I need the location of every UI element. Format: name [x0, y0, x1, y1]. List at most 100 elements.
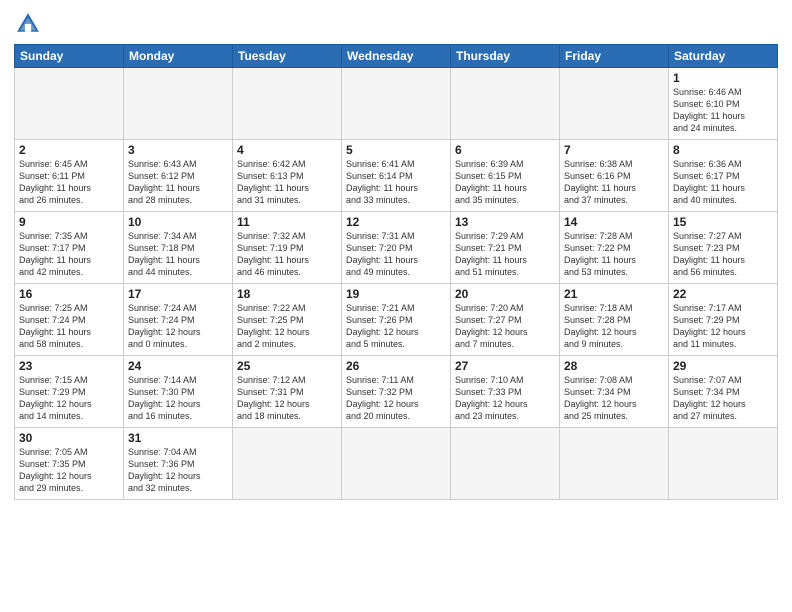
day-info: Sunrise: 7:31 AM Sunset: 7:20 PM Dayligh…	[346, 230, 446, 279]
calendar-day-cell: 16Sunrise: 7:25 AM Sunset: 7:24 PM Dayli…	[15, 284, 124, 356]
calendar-day-cell: 23Sunrise: 7:15 AM Sunset: 7:29 PM Dayli…	[15, 356, 124, 428]
logo-icon	[14, 10, 42, 38]
day-number: 24	[128, 359, 228, 373]
calendar-day-cell: 3Sunrise: 6:43 AM Sunset: 6:12 PM Daylig…	[124, 140, 233, 212]
day-number: 1	[673, 71, 773, 85]
calendar-day-cell: 30Sunrise: 7:05 AM Sunset: 7:35 PM Dayli…	[15, 428, 124, 500]
calendar-day-cell: 12Sunrise: 7:31 AM Sunset: 7:20 PM Dayli…	[342, 212, 451, 284]
day-info: Sunrise: 7:27 AM Sunset: 7:23 PM Dayligh…	[673, 230, 773, 279]
calendar-day-cell: 5Sunrise: 6:41 AM Sunset: 6:14 PM Daylig…	[342, 140, 451, 212]
day-info: Sunrise: 7:24 AM Sunset: 7:24 PM Dayligh…	[128, 302, 228, 351]
day-number: 8	[673, 143, 773, 157]
calendar-day-cell	[233, 68, 342, 140]
day-number: 20	[455, 287, 555, 301]
day-info: Sunrise: 7:11 AM Sunset: 7:32 PM Dayligh…	[346, 374, 446, 423]
day-number: 10	[128, 215, 228, 229]
day-info: Sunrise: 6:46 AM Sunset: 6:10 PM Dayligh…	[673, 86, 773, 135]
day-info: Sunrise: 6:43 AM Sunset: 6:12 PM Dayligh…	[128, 158, 228, 207]
calendar-day-cell	[233, 428, 342, 500]
calendar-week-row: 16Sunrise: 7:25 AM Sunset: 7:24 PM Dayli…	[15, 284, 778, 356]
calendar-day-cell: 31Sunrise: 7:04 AM Sunset: 7:36 PM Dayli…	[124, 428, 233, 500]
calendar-day-header: Wednesday	[342, 45, 451, 68]
day-info: Sunrise: 6:36 AM Sunset: 6:17 PM Dayligh…	[673, 158, 773, 207]
calendar-day-cell	[451, 68, 560, 140]
calendar-day-cell: 20Sunrise: 7:20 AM Sunset: 7:27 PM Dayli…	[451, 284, 560, 356]
calendar-day-cell: 24Sunrise: 7:14 AM Sunset: 7:30 PM Dayli…	[124, 356, 233, 428]
day-number: 26	[346, 359, 446, 373]
day-number: 18	[237, 287, 337, 301]
calendar-day-cell: 29Sunrise: 7:07 AM Sunset: 7:34 PM Dayli…	[669, 356, 778, 428]
day-info: Sunrise: 6:38 AM Sunset: 6:16 PM Dayligh…	[564, 158, 664, 207]
calendar-day-cell: 9Sunrise: 7:35 AM Sunset: 7:17 PM Daylig…	[15, 212, 124, 284]
day-number: 30	[19, 431, 119, 445]
day-number: 21	[564, 287, 664, 301]
day-info: Sunrise: 7:15 AM Sunset: 7:29 PM Dayligh…	[19, 374, 119, 423]
calendar-day-cell: 17Sunrise: 7:24 AM Sunset: 7:24 PM Dayli…	[124, 284, 233, 356]
calendar-day-header: Sunday	[15, 45, 124, 68]
day-info: Sunrise: 7:25 AM Sunset: 7:24 PM Dayligh…	[19, 302, 119, 351]
day-number: 22	[673, 287, 773, 301]
calendar-week-row: 1Sunrise: 6:46 AM Sunset: 6:10 PM Daylig…	[15, 68, 778, 140]
calendar-day-cell: 2Sunrise: 6:45 AM Sunset: 6:11 PM Daylig…	[15, 140, 124, 212]
calendar-day-cell: 14Sunrise: 7:28 AM Sunset: 7:22 PM Dayli…	[560, 212, 669, 284]
day-number: 4	[237, 143, 337, 157]
day-info: Sunrise: 7:12 AM Sunset: 7:31 PM Dayligh…	[237, 374, 337, 423]
day-number: 23	[19, 359, 119, 373]
calendar-day-cell	[451, 428, 560, 500]
day-info: Sunrise: 6:42 AM Sunset: 6:13 PM Dayligh…	[237, 158, 337, 207]
calendar-day-cell: 4Sunrise: 6:42 AM Sunset: 6:13 PM Daylig…	[233, 140, 342, 212]
day-number: 27	[455, 359, 555, 373]
calendar-day-cell: 28Sunrise: 7:08 AM Sunset: 7:34 PM Dayli…	[560, 356, 669, 428]
day-number: 6	[455, 143, 555, 157]
calendar-day-cell: 7Sunrise: 6:38 AM Sunset: 6:16 PM Daylig…	[560, 140, 669, 212]
day-info: Sunrise: 7:08 AM Sunset: 7:34 PM Dayligh…	[564, 374, 664, 423]
day-number: 31	[128, 431, 228, 445]
day-info: Sunrise: 7:07 AM Sunset: 7:34 PM Dayligh…	[673, 374, 773, 423]
calendar-day-cell	[560, 68, 669, 140]
day-info: Sunrise: 7:28 AM Sunset: 7:22 PM Dayligh…	[564, 230, 664, 279]
calendar-day-cell: 19Sunrise: 7:21 AM Sunset: 7:26 PM Dayli…	[342, 284, 451, 356]
calendar-day-header: Tuesday	[233, 45, 342, 68]
calendar-day-cell: 8Sunrise: 6:36 AM Sunset: 6:17 PM Daylig…	[669, 140, 778, 212]
day-number: 15	[673, 215, 773, 229]
calendar-day-cell: 10Sunrise: 7:34 AM Sunset: 7:18 PM Dayli…	[124, 212, 233, 284]
calendar-week-row: 30Sunrise: 7:05 AM Sunset: 7:35 PM Dayli…	[15, 428, 778, 500]
day-info: Sunrise: 6:41 AM Sunset: 6:14 PM Dayligh…	[346, 158, 446, 207]
day-number: 7	[564, 143, 664, 157]
calendar-week-row: 9Sunrise: 7:35 AM Sunset: 7:17 PM Daylig…	[15, 212, 778, 284]
day-number: 17	[128, 287, 228, 301]
logo	[14, 10, 46, 38]
day-number: 19	[346, 287, 446, 301]
calendar-day-cell: 11Sunrise: 7:32 AM Sunset: 7:19 PM Dayli…	[233, 212, 342, 284]
calendar-day-cell	[560, 428, 669, 500]
day-info: Sunrise: 7:05 AM Sunset: 7:35 PM Dayligh…	[19, 446, 119, 495]
day-info: Sunrise: 7:17 AM Sunset: 7:29 PM Dayligh…	[673, 302, 773, 351]
page: SundayMondayTuesdayWednesdayThursdayFrid…	[0, 0, 792, 612]
day-info: Sunrise: 7:21 AM Sunset: 7:26 PM Dayligh…	[346, 302, 446, 351]
day-number: 25	[237, 359, 337, 373]
day-number: 5	[346, 143, 446, 157]
header	[14, 10, 778, 38]
day-info: Sunrise: 7:34 AM Sunset: 7:18 PM Dayligh…	[128, 230, 228, 279]
day-number: 29	[673, 359, 773, 373]
day-info: Sunrise: 7:18 AM Sunset: 7:28 PM Dayligh…	[564, 302, 664, 351]
day-info: Sunrise: 7:10 AM Sunset: 7:33 PM Dayligh…	[455, 374, 555, 423]
day-number: 16	[19, 287, 119, 301]
day-info: Sunrise: 7:04 AM Sunset: 7:36 PM Dayligh…	[128, 446, 228, 495]
calendar-day-cell	[342, 428, 451, 500]
calendar-day-cell: 15Sunrise: 7:27 AM Sunset: 7:23 PM Dayli…	[669, 212, 778, 284]
calendar-week-row: 23Sunrise: 7:15 AM Sunset: 7:29 PM Dayli…	[15, 356, 778, 428]
calendar-day-header: Friday	[560, 45, 669, 68]
calendar: SundayMondayTuesdayWednesdayThursdayFrid…	[14, 44, 778, 500]
calendar-day-cell	[15, 68, 124, 140]
calendar-day-cell: 21Sunrise: 7:18 AM Sunset: 7:28 PM Dayli…	[560, 284, 669, 356]
calendar-day-cell	[342, 68, 451, 140]
calendar-day-cell: 6Sunrise: 6:39 AM Sunset: 6:15 PM Daylig…	[451, 140, 560, 212]
calendar-week-row: 2Sunrise: 6:45 AM Sunset: 6:11 PM Daylig…	[15, 140, 778, 212]
day-number: 2	[19, 143, 119, 157]
day-number: 3	[128, 143, 228, 157]
calendar-day-cell: 1Sunrise: 6:46 AM Sunset: 6:10 PM Daylig…	[669, 68, 778, 140]
day-info: Sunrise: 7:32 AM Sunset: 7:19 PM Dayligh…	[237, 230, 337, 279]
day-info: Sunrise: 7:20 AM Sunset: 7:27 PM Dayligh…	[455, 302, 555, 351]
day-number: 28	[564, 359, 664, 373]
